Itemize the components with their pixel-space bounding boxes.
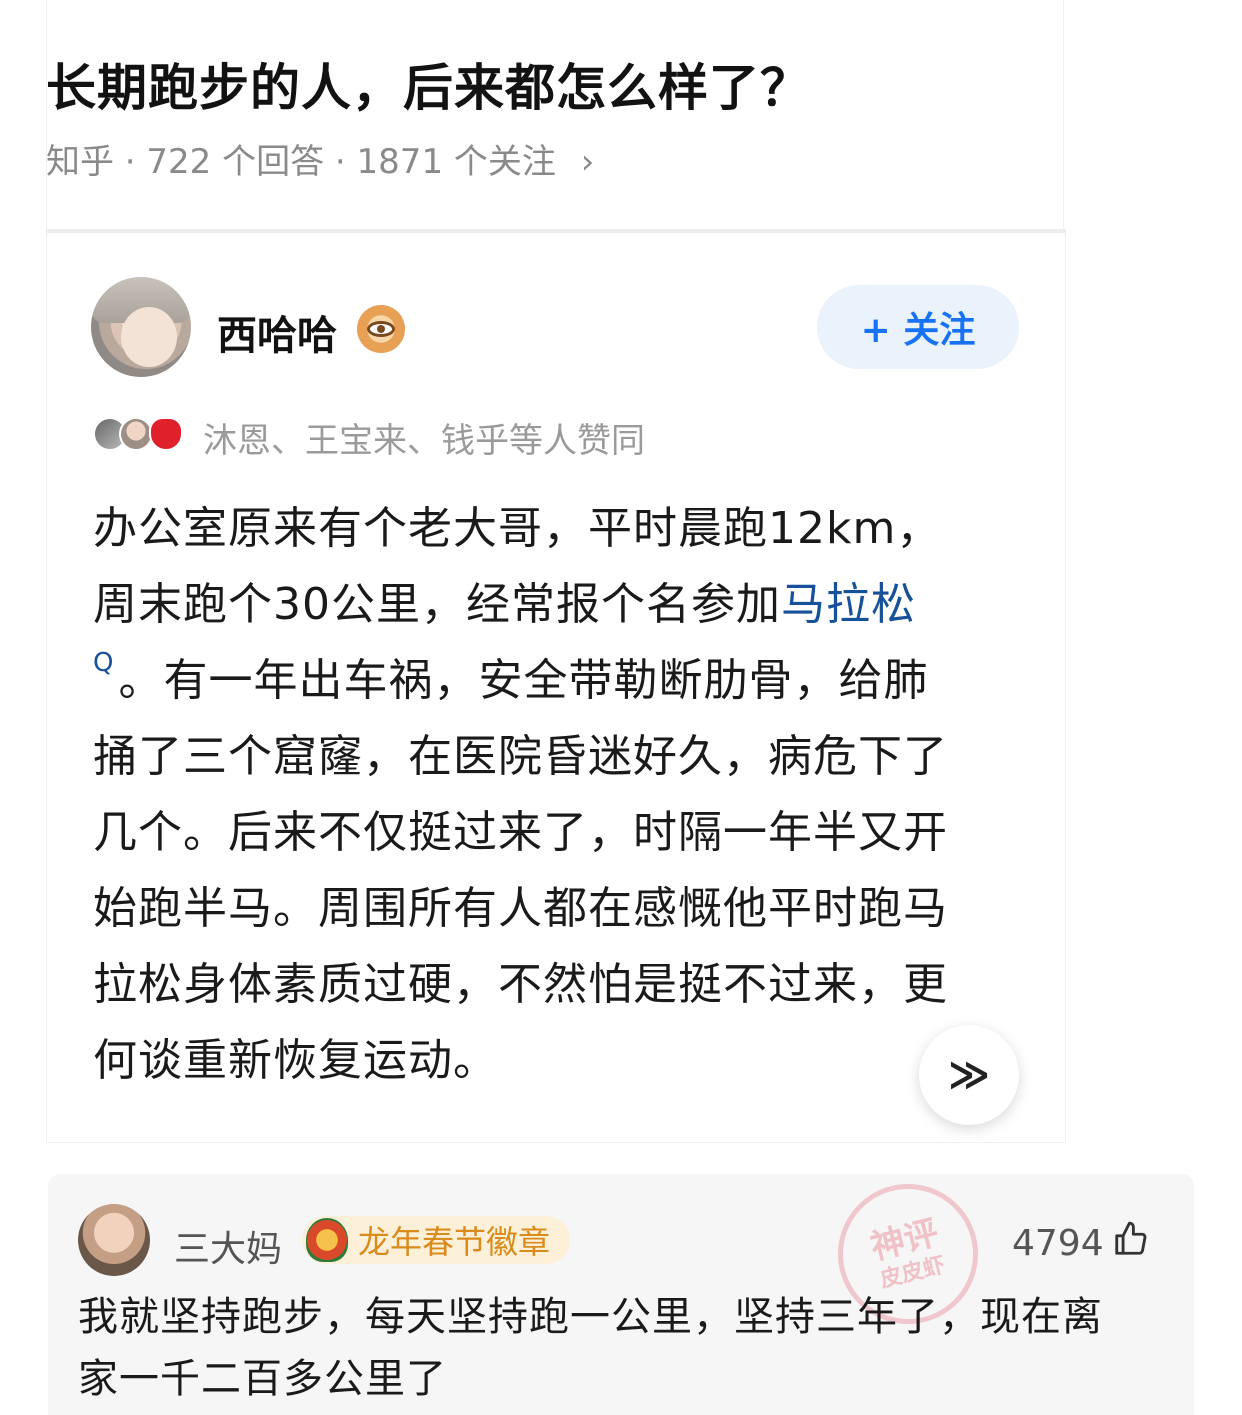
comment-text: 我就坚持跑步，每天坚持跑一公里，坚持三年了，现在离 家一千二百多公里了: [78, 1286, 1168, 1410]
answer-line-text: 周末跑个30公里，经常报个名参加: [93, 579, 781, 630]
eye-badge-icon: [357, 305, 405, 353]
answer-line: 何谈重新恢复运动。: [93, 1035, 498, 1086]
like-count: 4794: [1012, 1223, 1104, 1264]
answer-body[interactable]: 办公室原来有个老大哥，平时晨跑12km， 周末跑个30公里，经常报个名参加马拉松…: [93, 491, 1023, 1099]
thumbs-up-icon: [1112, 1220, 1150, 1267]
question-meta[interactable]: 知乎 · 722 个回答 · 1871 个关注 ›: [46, 134, 594, 183]
expand-chevron-icon[interactable]: ≫: [919, 1025, 1019, 1125]
voter-avatar: [119, 417, 153, 451]
comment-line: 家一千二百多公里了: [78, 1356, 447, 1402]
comment-badge[interactable]: 龙年春节徽章: [302, 1216, 571, 1264]
commenter-avatar[interactable]: [78, 1204, 150, 1276]
follow-button[interactable]: + 关注: [817, 285, 1019, 369]
commenter-name[interactable]: 三大妈: [174, 1220, 282, 1272]
answer-line: 始跑半马。周围所有人都在感慨他平时跑马: [93, 883, 948, 934]
badge-label: 龙年春节徽章: [358, 1223, 551, 1261]
author-name[interactable]: 西哈哈: [217, 303, 337, 361]
question-stats: 知乎 · 722 个回答 · 1871 个关注: [46, 142, 556, 182]
avatar-face: [121, 307, 177, 367]
comment-card: 三大妈 龙年春节徽章 神评 皮皮虾 4794 我就坚持跑步，每天坚持跑一公里，坚…: [48, 1169, 1194, 1415]
answer-card: 西哈哈 + 关注 沐恩、王宝来、钱乎等人赞同 办公室原来有个老大哥，平时晨跑12…: [46, 233, 1066, 1143]
search-icon[interactable]: Q: [93, 643, 114, 683]
answer-line: Q。有一年出车祸，安全带勒断肋骨，给肺: [93, 643, 1023, 719]
voters-text[interactable]: 沐恩、王宝来、钱乎等人赞同: [203, 413, 645, 462]
answer-line: 几个。后来不仅挺过来了，时隔一年半又开: [93, 807, 948, 858]
chevron-right-icon: ›: [580, 142, 595, 182]
like-button[interactable]: 4794: [1012, 1220, 1150, 1267]
answer-line: 周末跑个30公里，经常报个名参加马拉松: [93, 567, 1023, 643]
answer-line: 办公室原来有个老大哥，平时晨跑12km，: [93, 503, 942, 554]
answer-line-text: 。有一年出车祸，安全带勒断肋骨，给肺: [118, 655, 929, 706]
comment-line: 我就坚持跑步，每天坚持跑一公里，坚持三年了，现在离: [78, 1294, 1103, 1340]
eye-icon: [367, 321, 395, 337]
dragon-badge-icon: [306, 1218, 348, 1262]
question-title[interactable]: 长期跑步的人，后来都怎么样了？: [46, 48, 811, 120]
marathon-link[interactable]: 马拉松: [781, 579, 916, 630]
answer-line: 拉松身体素质过硬，不然怕是挺不过来，更: [93, 959, 948, 1010]
voter-avatar: [149, 417, 183, 451]
author-avatar[interactable]: [91, 277, 191, 377]
answer-line: 捅了三个窟窿，在医院昏迷好久，病危下了: [93, 731, 948, 782]
